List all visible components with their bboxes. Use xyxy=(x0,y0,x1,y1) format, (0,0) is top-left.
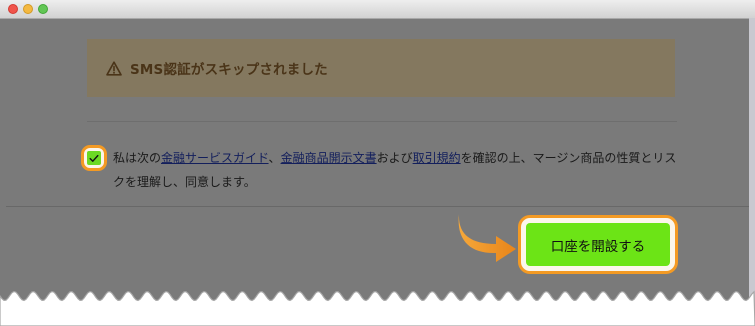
sms-skipped-alert: SMS認証がスキップされました xyxy=(87,39,675,97)
warning-triangle-icon xyxy=(105,59,123,77)
divider xyxy=(87,121,677,122)
consent-checkbox-highlight[interactable] xyxy=(81,145,107,171)
consent-prefix: 私は次の xyxy=(113,151,162,165)
close-window-icon[interactable] xyxy=(8,4,18,14)
maximize-window-icon[interactable] xyxy=(38,4,48,14)
open-account-button-highlight: 口座を開設する xyxy=(518,215,678,274)
consent-separator: 、 xyxy=(268,151,281,165)
minimize-window-icon[interactable] xyxy=(23,4,33,14)
consent-checkbox[interactable] xyxy=(87,151,101,165)
consent-text: 私は次の金融サービスガイド、金融商品開示文書および取引規約を確認の上、マージン商… xyxy=(113,146,683,194)
window-right-edge xyxy=(749,18,755,308)
terms-link[interactable]: 取引規約 xyxy=(413,151,461,165)
torn-edge xyxy=(0,290,755,326)
product-disclosure-link[interactable]: 金融商品開示文書 xyxy=(281,151,377,165)
alert-message: SMS認証がスキップされました xyxy=(130,62,328,78)
window-titlebar xyxy=(0,0,755,19)
pointer-arrow-icon xyxy=(458,214,516,262)
open-account-button[interactable]: 口座を開設する xyxy=(526,223,670,266)
browser-window: SMS認証がスキップされました 私は次の金融サービスガイド、金融商品開示文書およ… xyxy=(0,0,755,326)
footer-divider xyxy=(6,206,749,207)
financial-services-guide-link[interactable]: 金融サービスガイド xyxy=(161,151,269,165)
checkmark-icon xyxy=(89,154,99,162)
consent-connector: および xyxy=(376,151,413,165)
